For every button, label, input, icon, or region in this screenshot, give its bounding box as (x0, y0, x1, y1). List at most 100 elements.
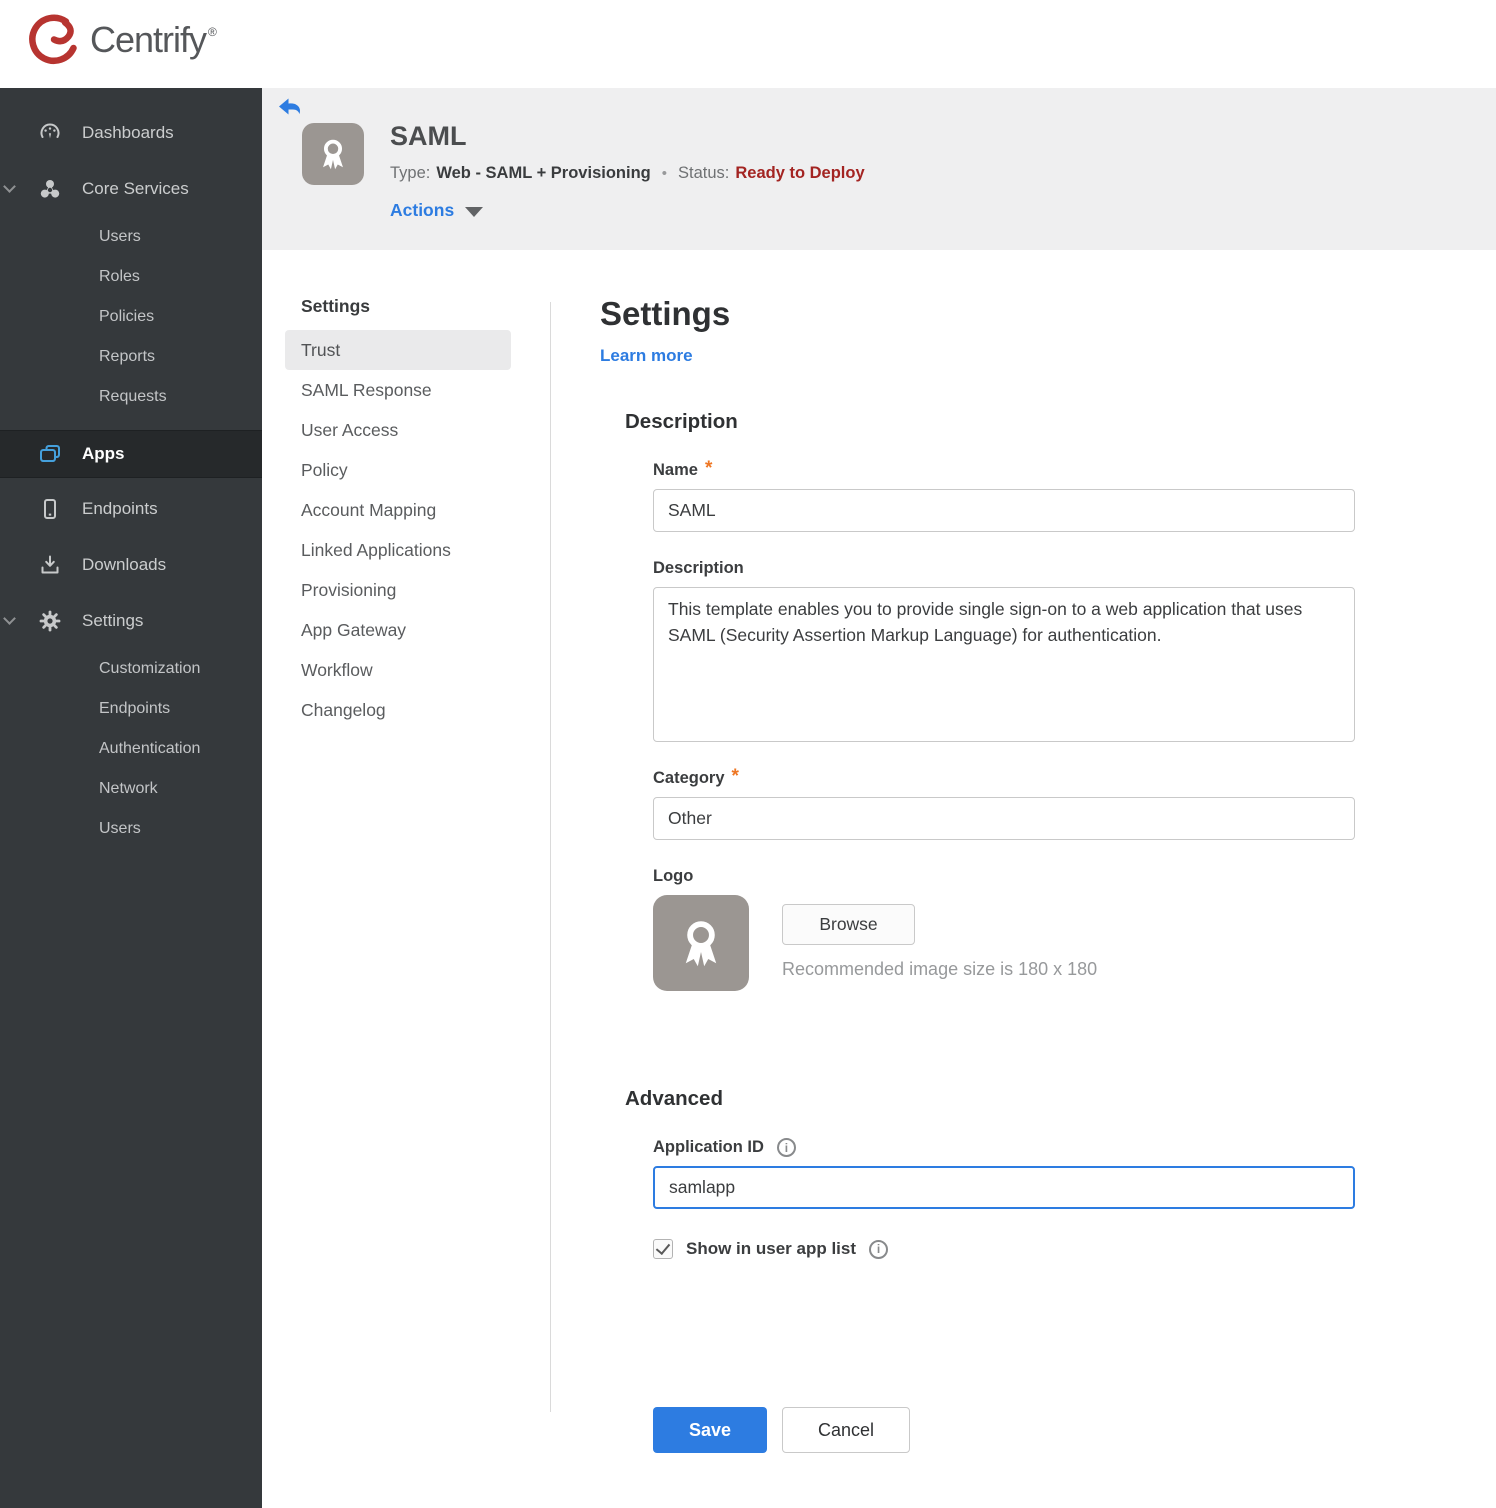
centrify-swirl-icon (29, 14, 77, 64)
top-bar: Centrify ® (0, 0, 1496, 88)
vertical-divider (550, 302, 551, 1412)
application-id-label-row: Application ID i (653, 1138, 1370, 1158)
description-fields: Name * Description This template enables… (653, 458, 1370, 992)
sidebar-item-label: Settings (82, 611, 144, 630)
sidebar-item-customization[interactable]: Customization (0, 649, 262, 689)
app-header: SAML Type: Web - SAML + Provisioning • S… (262, 88, 1496, 250)
logo-size-hint: Recommended image size is 180 x 180 (782, 959, 1098, 980)
info-icon[interactable]: i (869, 1239, 889, 1259)
show-in-app-list-label: Show in user app list (686, 1239, 857, 1259)
sidebar-item-label: Endpoints (82, 499, 158, 518)
subnav-item-user-access[interactable]: User Access (285, 410, 511, 450)
logo-row: Browse Recommended image size is 180 x 1… (653, 895, 1370, 992)
subnav-item-app-gateway[interactable]: App Gateway (285, 610, 511, 650)
download-icon (38, 553, 62, 577)
sidebar-item-endpoints[interactable]: Endpoints (0, 487, 262, 531)
subnav-item-changelog[interactable]: Changelog (285, 690, 511, 730)
form-actions: Save Cancel (653, 1407, 1370, 1454)
sidebar-item-label: Dashboards (82, 123, 174, 142)
actions-dropdown[interactable]: Actions (390, 200, 484, 221)
sidebar-item-endpoints-settings[interactable]: Endpoints (0, 689, 262, 729)
name-field[interactable] (653, 489, 1355, 533)
panel-title: Settings (600, 295, 731, 332)
page-title: SAML (390, 121, 467, 151)
brand-name: Centrify (90, 19, 207, 60)
sidebar-item-users[interactable]: Users (0, 217, 262, 257)
save-button[interactable]: Save (653, 1407, 767, 1454)
advanced-section-heading: Advanced (625, 1087, 723, 1111)
subnav-item-policy[interactable]: Policy (285, 450, 511, 490)
type-value: Web - SAML + Provisioning (436, 164, 651, 182)
settings-panel: Settings Learn more Description Name * D… (600, 250, 1370, 1454)
sidebar-item-settings[interactable]: Settings (0, 599, 262, 643)
description-label-row: Description (653, 559, 1370, 578)
cancel-button[interactable]: Cancel (782, 1407, 910, 1454)
chevron-down-icon (3, 180, 16, 193)
sidebar-item-dashboards[interactable]: Dashboards (0, 111, 262, 155)
status-label: Status: (678, 164, 730, 182)
show-in-app-list-row: Show in user app list i (653, 1239, 1370, 1260)
actions-label: Actions (390, 200, 455, 220)
content-area: Settings Trust SAML Response User Access… (262, 250, 1496, 1508)
sidebar-item-label: Core Services (82, 179, 189, 198)
brand: Centrify ® (28, 14, 217, 66)
application-id-field[interactable] (653, 1166, 1355, 1210)
browse-button[interactable]: Browse (782, 904, 915, 946)
ribbon-badge-icon (685, 921, 717, 967)
subnav-item-account-mapping[interactable]: Account Mapping (285, 490, 511, 530)
back-arrow-icon[interactable] (278, 98, 302, 118)
sidebar-item-core-services[interactable]: Core Services (0, 167, 262, 211)
sidebar-item-label: Downloads (82, 555, 167, 574)
sidebar-item-users-settings[interactable]: Users (0, 809, 262, 849)
subnav-item-linked-applications[interactable]: Linked Applications (285, 530, 511, 570)
stacked-windows-icon (38, 442, 62, 466)
sidebar: Dashboards Core Services Users Roles Pol… (0, 88, 262, 1508)
logo-label-row: Logo (653, 867, 1370, 886)
mobile-phone-icon (38, 497, 62, 521)
caret-down-icon (465, 206, 484, 217)
category-field[interactable] (653, 797, 1355, 841)
learn-more-link[interactable]: Learn more (600, 346, 693, 366)
sidebar-item-policies[interactable]: Policies (0, 297, 262, 337)
subnav-item-trust[interactable]: Trust (285, 330, 511, 370)
description-section-heading: Description (625, 410, 738, 434)
app-meta: Type: Web - SAML + Provisioning • Status… (390, 164, 865, 183)
app-logo-badge (302, 123, 364, 185)
description-field[interactable]: This template enables you to provide sin… (653, 587, 1355, 743)
chevron-down-icon (3, 612, 16, 625)
sidebar-item-authentication[interactable]: Authentication (0, 729, 262, 769)
subnav-item-saml-response[interactable]: SAML Response (285, 370, 511, 410)
sidebar-item-apps[interactable]: Apps (0, 430, 262, 478)
brand-trademark: ® (208, 25, 217, 39)
status-badge: Ready to Deploy (735, 164, 865, 182)
settings-sublist: Customization Endpoints Authentication N… (0, 649, 262, 849)
gear-icon (38, 609, 62, 633)
sidebar-item-downloads[interactable]: Downloads (0, 543, 262, 587)
type-label: Type: (390, 164, 431, 182)
description-label: Description (653, 559, 744, 578)
application-id-label: Application ID (653, 1138, 764, 1157)
sidebar-item-reports[interactable]: Reports (0, 337, 262, 377)
logo-preview (653, 895, 749, 992)
sidebar-item-requests[interactable]: Requests (0, 377, 262, 417)
show-in-app-list-checkbox[interactable] (653, 1239, 673, 1260)
trefoil-icon (38, 177, 62, 201)
logo-label: Logo (653, 867, 694, 886)
app-subnav: Settings Trust SAML Response User Access… (285, 296, 511, 730)
ribbon-badge-icon (323, 139, 343, 170)
subnav-item-provisioning[interactable]: Provisioning (285, 570, 511, 610)
required-asterisk: * (704, 458, 713, 480)
subnav-item-workflow[interactable]: Workflow (285, 650, 511, 690)
sidebar-item-label: Apps (82, 444, 125, 463)
name-label: Name (653, 461, 698, 480)
info-icon[interactable]: i (776, 1138, 796, 1158)
required-asterisk: * (731, 766, 739, 788)
name-label-row: Name * (653, 458, 1370, 480)
sidebar-item-roles[interactable]: Roles (0, 257, 262, 297)
advanced-fields: Application ID i Show in user app list i… (653, 1138, 1370, 1454)
category-label: Category (653, 769, 725, 788)
bullet-separator: • (661, 165, 667, 182)
browse-column: Browse Recommended image size is 180 x 1… (782, 895, 1097, 991)
sidebar-item-network[interactable]: Network (0, 769, 262, 809)
gauge-icon (38, 121, 62, 145)
